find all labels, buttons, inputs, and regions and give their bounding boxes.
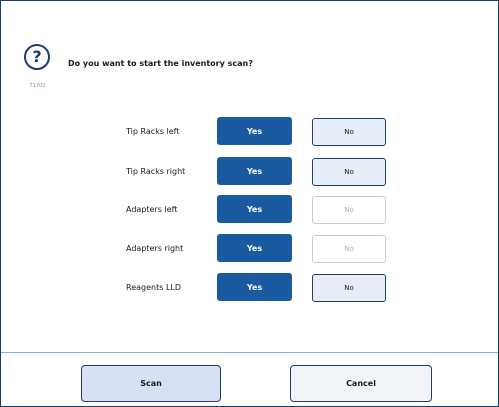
- tip-racks-right-no-button[interactable]: No: [312, 158, 386, 186]
- option-label-tip-racks-left: Tip Racks left: [126, 127, 180, 136]
- question-icon: ?: [24, 44, 50, 70]
- message-id: 71702: [29, 83, 46, 89]
- option-label-adapters-right: Adapters right: [126, 244, 184, 253]
- tip-racks-left-no-button[interactable]: No: [312, 118, 386, 146]
- adapters-left-yes-button[interactable]: Yes: [217, 195, 292, 223]
- inventory-scan-dialog: ? 71702 Do you want to start the invento…: [0, 0, 499, 407]
- adapters-right-yes-button[interactable]: Yes: [217, 234, 292, 262]
- cancel-button[interactable]: Cancel: [290, 365, 432, 402]
- adapters-right-no-button: No: [312, 235, 386, 263]
- footer-divider: [1, 352, 498, 353]
- dialog-prompt: Do you want to start the inventory scan?: [68, 59, 253, 68]
- reagents-lld-no-button[interactable]: No: [312, 274, 386, 302]
- option-label-tip-racks-right: Tip Racks right: [126, 167, 186, 176]
- tip-racks-right-yes-button[interactable]: Yes: [217, 157, 292, 185]
- tip-racks-left-yes-button[interactable]: Yes: [217, 117, 292, 145]
- option-label-reagents-lld: Reagents LLD: [126, 283, 182, 292]
- question-icon-glyph: ?: [32, 47, 42, 66]
- option-label-adapters-left: Adapters left: [126, 205, 178, 214]
- scan-button[interactable]: Scan: [81, 365, 221, 402]
- reagents-lld-yes-button[interactable]: Yes: [217, 273, 292, 301]
- adapters-left-no-button: No: [312, 196, 386, 224]
